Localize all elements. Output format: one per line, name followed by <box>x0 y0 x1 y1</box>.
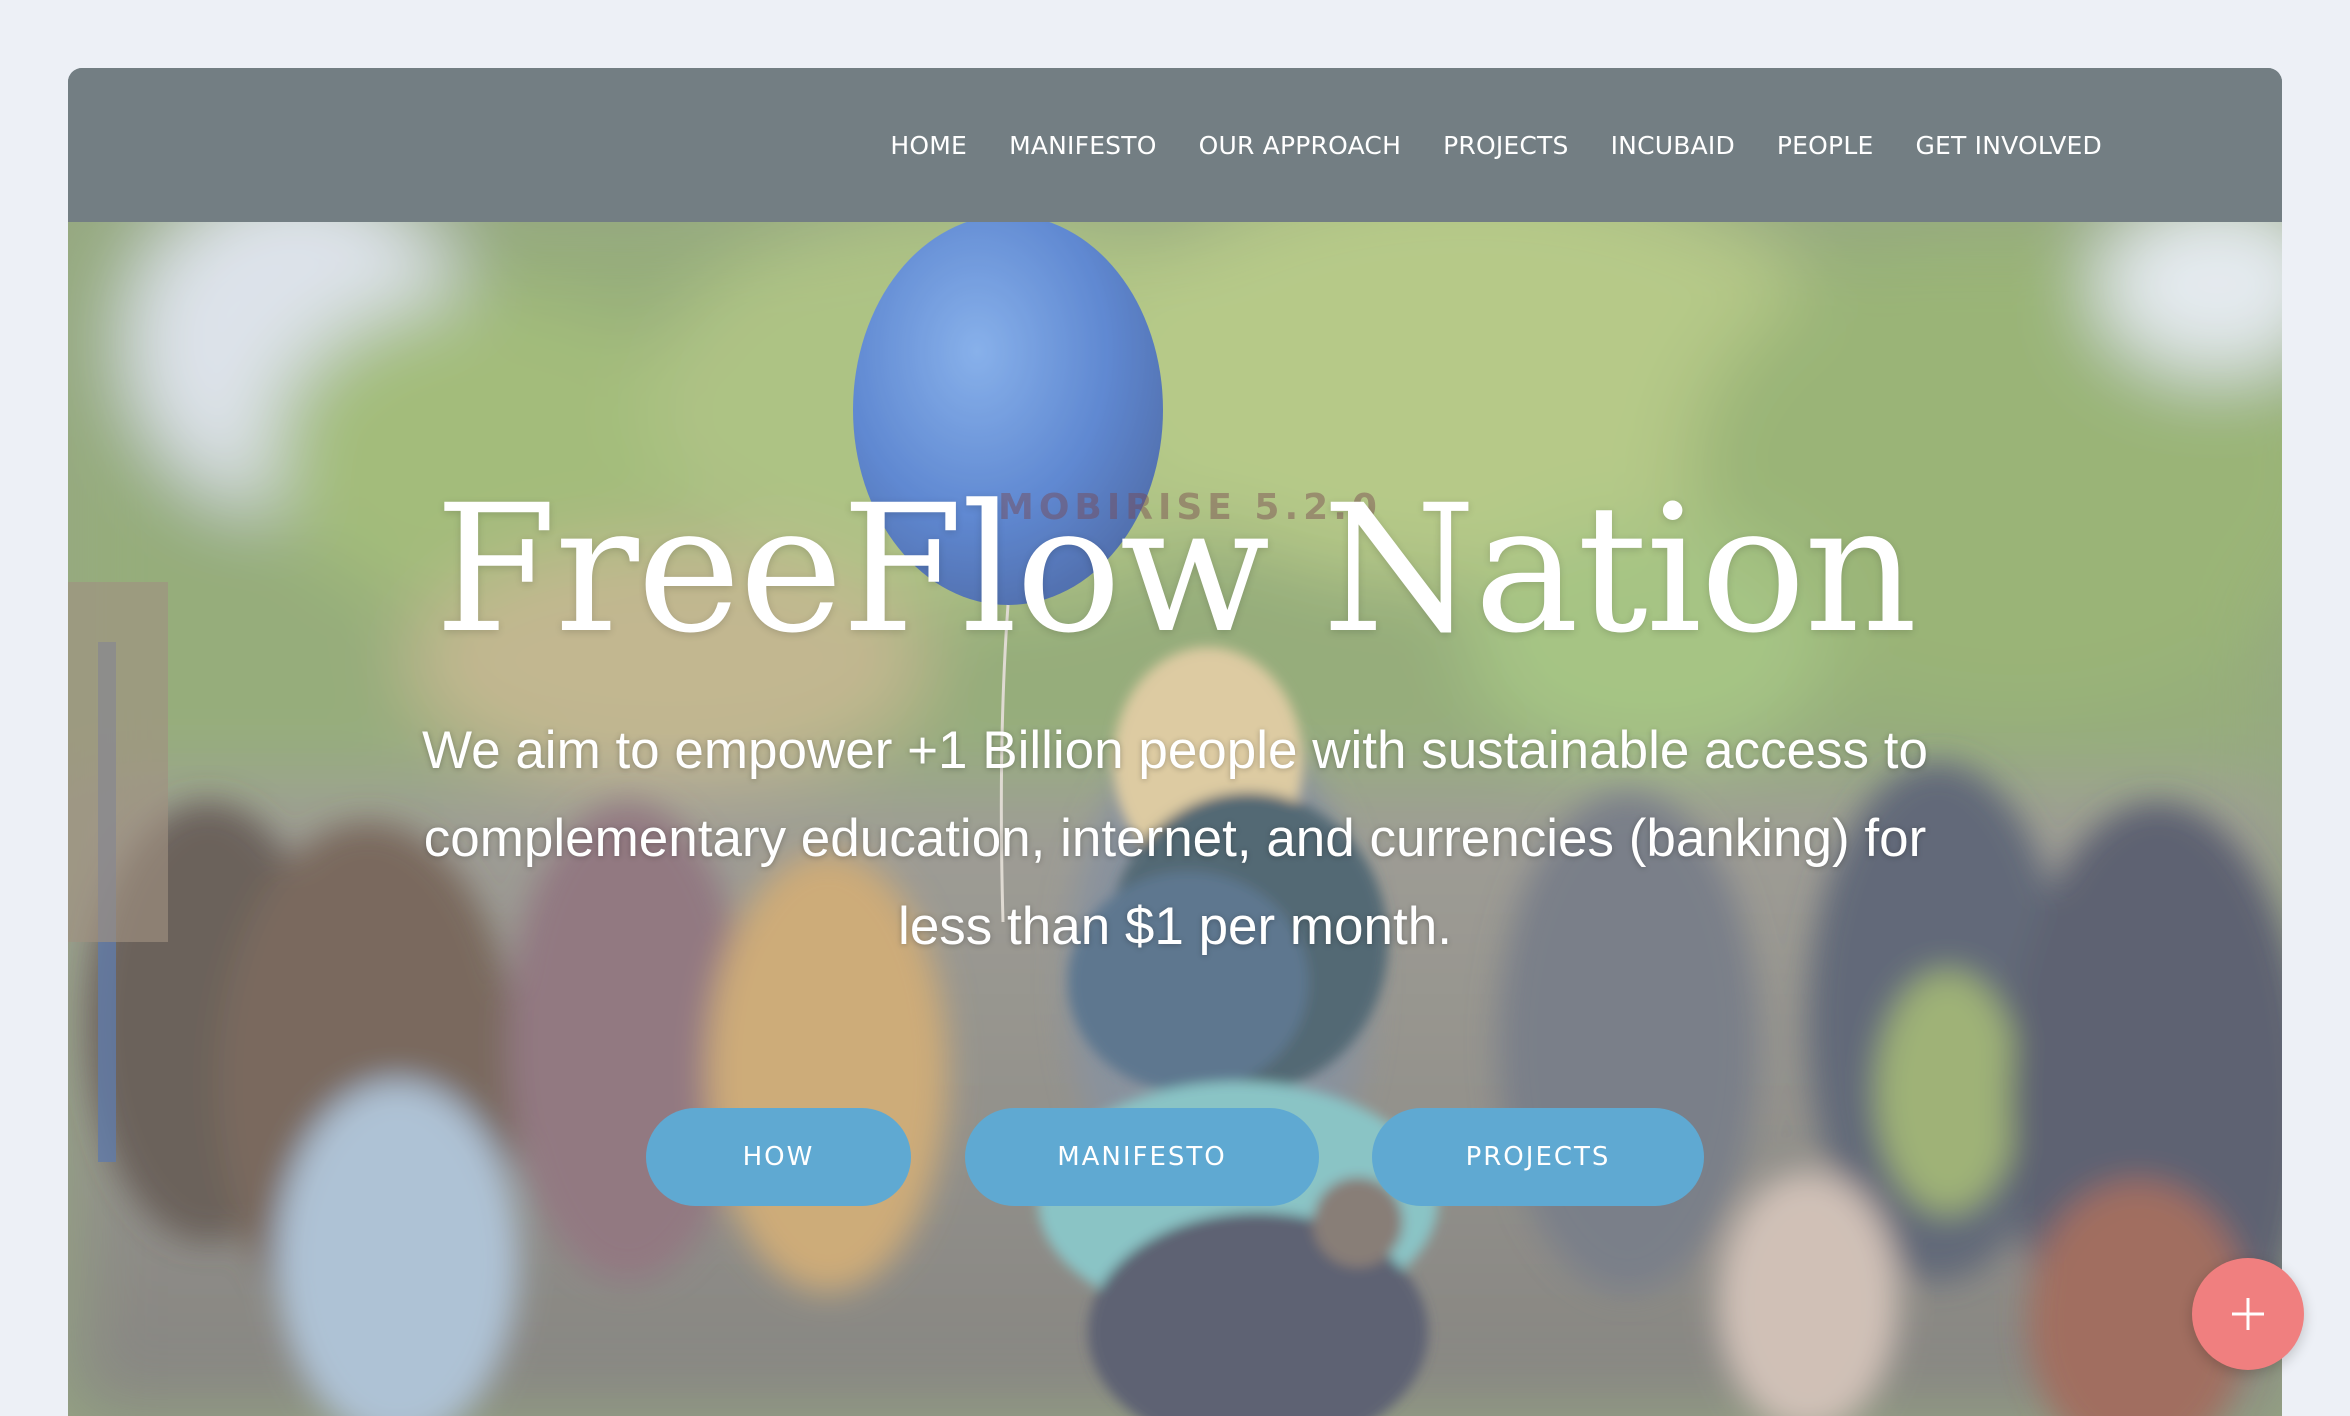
nav-projects-link[interactable]: PROJECTS <box>1443 131 1569 160</box>
how-button[interactable]: HOW <box>646 1108 911 1206</box>
hero-button-row: HOW MANIFESTO PROJECTS <box>68 1108 2282 1206</box>
hero-section: MOBIRISE 5.2.0 FreeFlow Nation We aim to… <box>68 222 2282 1416</box>
site-frame: HOME MANIFESTO OUR APPROACH PROJECTS INC… <box>68 68 2282 1416</box>
manifesto-button[interactable]: MANIFESTO <box>965 1108 1319 1206</box>
nav-people-link[interactable]: PEOPLE <box>1777 131 1874 160</box>
navbar: HOME MANIFESTO OUR APPROACH PROJECTS INC… <box>68 68 2282 222</box>
nav-incubaid-link[interactable]: INCUBAID <box>1611 131 1735 160</box>
nav-home-link[interactable]: HOME <box>890 131 967 160</box>
plus-icon <box>2232 1298 2264 1330</box>
nav-menu: HOME MANIFESTO OUR APPROACH PROJECTS INC… <box>890 68 2102 222</box>
projects-button[interactable]: PROJECTS <box>1372 1108 1704 1206</box>
hero-subtitle: We aim to empower +1 Billion people with… <box>422 721 1928 956</box>
nav-manifesto-link[interactable]: MANIFESTO <box>1009 131 1157 160</box>
nav-our-approach-link[interactable]: OUR APPROACH <box>1199 131 1401 160</box>
nav-get-involved-link[interactable]: GET INVOLVED <box>1915 131 2102 160</box>
floating-add-button[interactable] <box>2192 1258 2304 1370</box>
hero-title: FreeFlow Nation <box>434 467 1918 672</box>
